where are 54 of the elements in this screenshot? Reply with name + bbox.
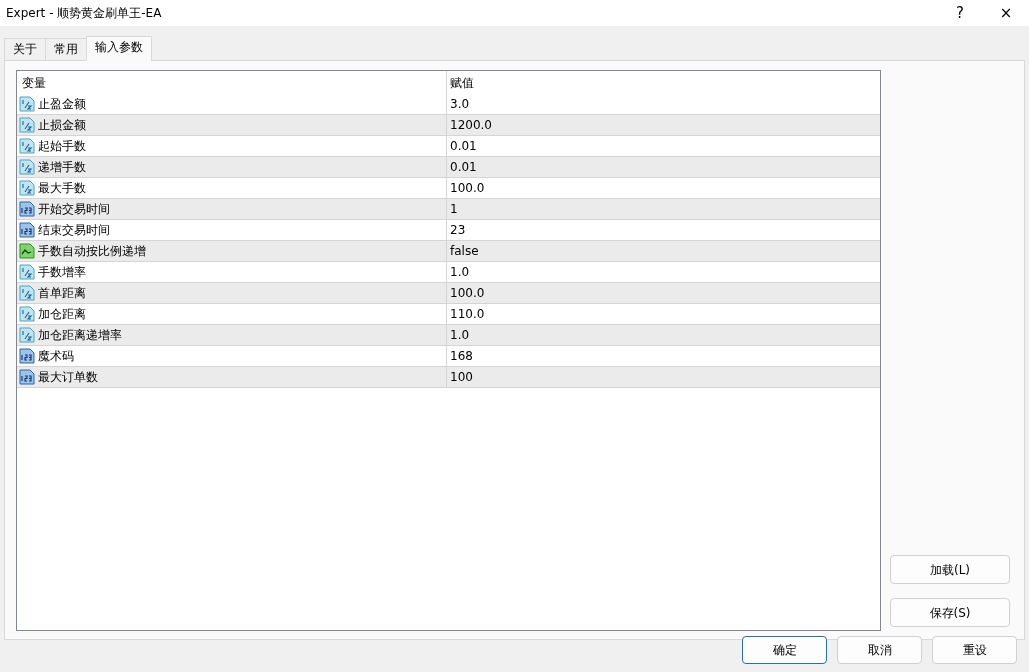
parameter-name: 最大手数 xyxy=(38,180,86,197)
fraction-icon xyxy=(19,138,35,154)
parameter-value[interactable]: 100 xyxy=(450,368,473,386)
parameter-name: 首单距离 xyxy=(38,285,86,302)
parameter-name: 递增手数 xyxy=(38,159,86,176)
parameter-name: 止损金额 xyxy=(38,117,86,134)
fraction-icon xyxy=(19,285,35,301)
number-icon xyxy=(19,348,35,364)
close-button[interactable]: × xyxy=(983,0,1029,26)
column-header[interactable]: 赋值 xyxy=(450,73,474,92)
ok-button[interactable]: 确定 xyxy=(742,636,827,664)
parameter-value[interactable]: 1 xyxy=(450,200,458,218)
tab[interactable]: 输入参数 xyxy=(86,36,152,61)
parameter-value[interactable]: 100.0 xyxy=(450,179,485,197)
fraction-icon xyxy=(19,264,35,280)
load-button[interactable]: 加载(L) xyxy=(890,555,1010,584)
parameter-value[interactable]: 3.0 xyxy=(450,95,470,113)
cancel-button[interactable]: 取消 xyxy=(837,636,922,664)
parameter-value[interactable]: 1.0 xyxy=(450,263,470,281)
window-title: Expert - 顺势黄金刷单王-EA xyxy=(6,5,163,22)
number-icon xyxy=(19,369,35,385)
parameter-value[interactable]: 0.01 xyxy=(450,137,477,155)
parameter-name: 加仓距离递增率 xyxy=(38,327,122,344)
parameter-value[interactable]: 1.0 xyxy=(450,326,470,344)
parameter-name: 手数增率 xyxy=(38,264,86,281)
reset-button[interactable]: 重设 xyxy=(932,636,1017,664)
help-button[interactable]: ? xyxy=(937,0,983,26)
parameter-value[interactable]: 110.0 xyxy=(450,305,485,323)
tab[interactable]: 关于 xyxy=(4,38,46,60)
parameter-name: 加仓距离 xyxy=(38,306,86,323)
parameter-name: 魔术码 xyxy=(38,348,74,365)
fraction-icon xyxy=(19,96,35,112)
parameter-name: 结束交易时间 xyxy=(38,222,110,239)
save-button[interactable]: 保存(S) xyxy=(890,598,1010,627)
fraction-icon xyxy=(19,159,35,175)
parameter-value[interactable]: 0.01 xyxy=(450,158,477,176)
parameter-name: 起始手数 xyxy=(38,138,86,155)
parameter-name: 手数自动按比例递增 xyxy=(38,243,146,260)
parameter-value[interactable]: 23 xyxy=(450,221,466,239)
fraction-icon xyxy=(19,327,35,343)
number-icon xyxy=(19,201,35,217)
parameter-value[interactable]: false xyxy=(450,242,479,260)
fraction-icon xyxy=(19,117,35,133)
parameter-value[interactable]: 100.0 xyxy=(450,284,485,302)
parameter-name: 最大订单数 xyxy=(38,369,98,386)
parameter-name: 止盈金额 xyxy=(38,96,86,113)
number-icon xyxy=(19,222,35,238)
parameter-value[interactable]: 168 xyxy=(450,347,473,365)
fraction-icon xyxy=(19,306,35,322)
parameter-value[interactable]: 1200.0 xyxy=(450,116,492,134)
parameter-name: 开始交易时间 xyxy=(38,201,110,218)
fraction-icon xyxy=(19,180,35,196)
toggle-icon xyxy=(19,243,35,259)
column-header[interactable]: 变量 xyxy=(22,73,46,92)
